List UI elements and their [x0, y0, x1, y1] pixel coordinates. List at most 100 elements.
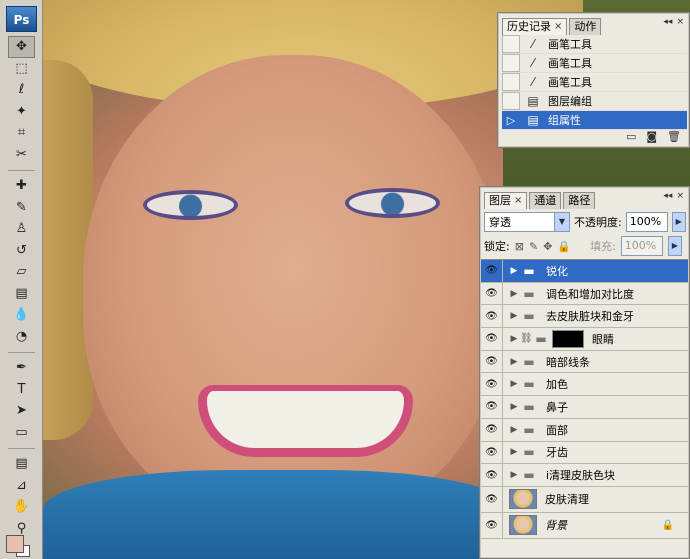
blend-mode-select[interactable]: 穿透 ▼: [484, 212, 570, 232]
history-state[interactable]: ▷ ▤ 组属性: [502, 111, 687, 130]
history-state[interactable]: ▤ 图层编组: [502, 92, 687, 111]
history-marker-icon[interactable]: ▷: [502, 111, 520, 129]
expand-triangle-icon[interactable]: ▶: [508, 425, 520, 435]
visibility-eye-icon[interactable]: 👁: [481, 373, 503, 396]
brush-tool[interactable]: ✎: [8, 197, 35, 219]
visibility-eye-icon[interactable]: 👁: [481, 418, 503, 441]
blur-tool[interactable]: 💧: [8, 304, 35, 326]
tab-actions[interactable]: 动作: [569, 18, 602, 35]
foreground-color-swatch[interactable]: [6, 535, 24, 553]
visibility-eye-icon[interactable]: 👁: [481, 486, 503, 512]
layer-row[interactable]: 👁 ▶ ▬ 锐化: [481, 260, 688, 283]
gradient-tool[interactable]: ▤: [8, 283, 35, 305]
notes-tool[interactable]: ▤: [8, 453, 35, 475]
lock-image-icon[interactable]: ✎: [529, 240, 538, 253]
history-source-checkbox[interactable]: [502, 35, 520, 53]
visibility-eye-icon[interactable]: 👁: [481, 260, 503, 282]
layer-row[interactable]: 👁 ▶ ⛓ ▬ 眼睛: [481, 328, 688, 351]
layer-row[interactable]: 👁 ▶ ▬ 暗部线条: [481, 350, 688, 374]
delete-state-icon[interactable]: 🗑: [667, 130, 681, 143]
marquee-tool[interactable]: ⬚: [8, 58, 35, 80]
history-state[interactable]: ⁄ 画笔工具: [502, 35, 687, 54]
photoshop-logo[interactable]: Ps: [6, 6, 37, 32]
type-tool[interactable]: T: [8, 379, 35, 401]
brush-icon: ⁄: [531, 37, 534, 51]
history-brush-tool[interactable]: ↺: [8, 240, 35, 262]
layer-row[interactable]: 👁 ▶ ▬ 调色和增加对比度: [481, 282, 688, 306]
collapse-icon[interactable]: ◂◂: [663, 191, 672, 201]
opacity-input[interactable]: 100%: [625, 212, 668, 232]
history-source-checkbox[interactable]: [502, 92, 520, 110]
history-state-label: 画笔工具: [548, 57, 592, 70]
hand-tool[interactable]: ✋: [8, 496, 35, 518]
visibility-eye-icon[interactable]: 👁: [481, 350, 503, 373]
history-state[interactable]: ⁄ 画笔工具: [502, 54, 687, 73]
layer-name: 牙齿: [546, 446, 568, 460]
close-icon[interactable]: ×: [554, 19, 562, 35]
eyedropper-tool[interactable]: ⊿: [8, 475, 35, 497]
fill-input[interactable]: 100%: [620, 236, 663, 256]
layer-thumbnail[interactable]: [509, 489, 537, 510]
pen-tool[interactable]: ✒: [8, 357, 35, 379]
visibility-eye-icon[interactable]: 👁: [481, 441, 503, 464]
magic-wand-tool[interactable]: ✦: [8, 101, 35, 123]
expand-triangle-icon[interactable]: ▶: [508, 357, 520, 367]
close-icon[interactable]: ×: [676, 191, 684, 201]
tab-layers[interactable]: 图层 ×: [484, 192, 528, 209]
close-icon[interactable]: ×: [676, 17, 684, 27]
expand-triangle-icon[interactable]: ▶: [508, 470, 520, 480]
visibility-eye-icon[interactable]: 👁: [481, 328, 503, 350]
visibility-eye-icon[interactable]: 👁: [481, 282, 503, 305]
expand-triangle-icon[interactable]: ▶: [508, 402, 520, 412]
new-snapshot-icon[interactable]: ◙: [646, 130, 657, 143]
history-state-label: 组属性: [548, 114, 581, 127]
expand-triangle-icon[interactable]: ▶: [508, 266, 520, 276]
layer-row[interactable]: 👁 ▶ ▬ 加色: [481, 373, 688, 397]
tab-history[interactable]: 历史记录 ×: [502, 18, 568, 35]
fill-slider-button[interactable]: ▶: [667, 236, 682, 256]
expand-triangle-icon[interactable]: ▶: [508, 447, 520, 457]
visibility-eye-icon[interactable]: 👁: [481, 396, 503, 418]
slice-tool[interactable]: ✂: [8, 144, 35, 166]
history-state[interactable]: ⁄ 画笔工具: [502, 73, 687, 92]
layer-thumbnail[interactable]: [509, 515, 537, 536]
layer-row[interactable]: 👁 ▶ ▬ 面部: [481, 418, 688, 442]
notes-icon: ▤: [15, 456, 28, 472]
expand-triangle-icon[interactable]: ▶: [508, 311, 520, 321]
tab-channels[interactable]: 通道: [529, 192, 562, 209]
lock-transparent-icon[interactable]: ⊠: [515, 240, 524, 253]
history-source-checkbox[interactable]: [502, 73, 520, 91]
expand-triangle-icon[interactable]: ▶: [508, 379, 520, 389]
visibility-eye-icon[interactable]: 👁: [481, 305, 503, 328]
layer-mask-thumbnail[interactable]: [552, 329, 584, 348]
history-source-checkbox[interactable]: [502, 54, 520, 72]
lock-position-icon[interactable]: ✥: [543, 240, 552, 253]
visibility-eye-icon[interactable]: 👁: [481, 512, 503, 538]
layer-row[interactable]: 👁 ▶ ▬ 鼻子: [481, 396, 688, 419]
lock-all-icon[interactable]: 🔒: [557, 240, 571, 253]
clone-stamp-tool[interactable]: ♙: [8, 218, 35, 240]
expand-triangle-icon[interactable]: ▶: [508, 289, 520, 299]
path-selection-tool[interactable]: ➤: [8, 400, 35, 422]
layer-row[interactable]: 👁 ▶ ▬ 牙齿: [481, 441, 688, 465]
eraser-tool[interactable]: ▱: [8, 261, 35, 283]
tab-paths[interactable]: 路径: [563, 192, 596, 209]
lasso-tool[interactable]: ℓ: [8, 79, 35, 101]
chevron-down-icon[interactable]: ▼: [554, 213, 569, 231]
new-document-from-state-icon[interactable]: ▭: [626, 130, 636, 143]
dodge-tool[interactable]: ◔: [8, 326, 35, 348]
close-icon[interactable]: ×: [514, 193, 522, 209]
collapse-icon[interactable]: ◂◂: [663, 17, 672, 27]
crop-tool[interactable]: ⌗: [8, 122, 35, 144]
shape-tool[interactable]: ▭: [8, 422, 35, 444]
opacity-slider-button[interactable]: ▶: [671, 212, 686, 232]
layer-row[interactable]: 👁 ▶ ▬ 去皮肤脏块和金牙: [481, 305, 688, 329]
mask-link-icon[interactable]: ⛓: [520, 333, 533, 344]
layer-row[interactable]: 👁 皮肤清理: [481, 486, 688, 513]
layer-row[interactable]: 👁 ▶ ▬ i清理皮肤色块: [481, 464, 688, 487]
move-tool[interactable]: ✥: [8, 36, 35, 58]
expand-triangle-icon[interactable]: ▶: [508, 334, 520, 344]
layer-row[interactable]: 👁 背景 🔒: [481, 512, 688, 539]
visibility-eye-icon[interactable]: 👁: [481, 464, 503, 486]
healing-brush-tool[interactable]: ✚: [8, 175, 35, 197]
